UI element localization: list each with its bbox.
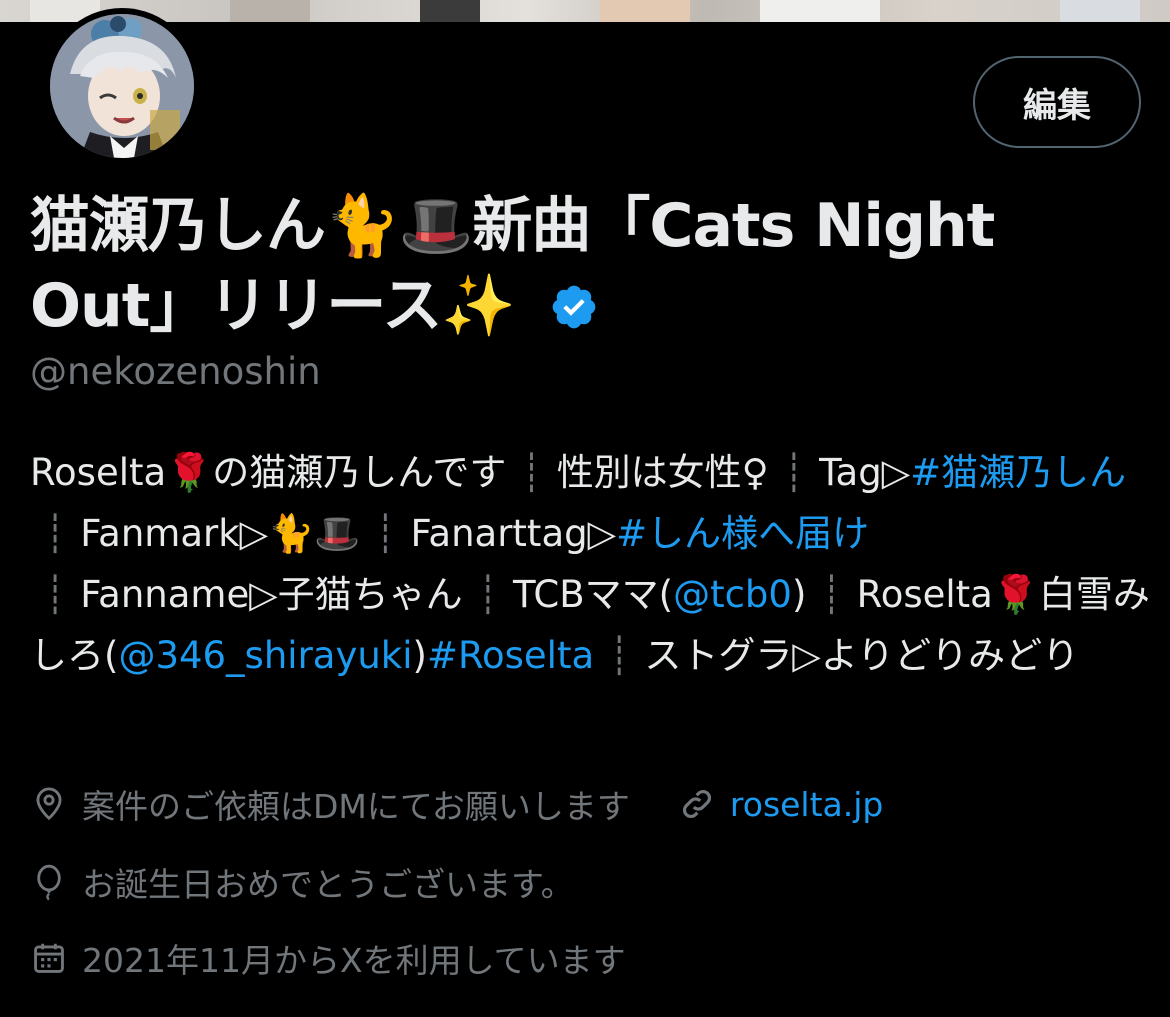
bio-fanmark: Fanmark▷🐈🎩 — [80, 512, 361, 555]
avatar-illustration — [50, 14, 194, 158]
verified-badge-icon[interactable] — [549, 272, 599, 352]
bio-fanname: Fanname▷子猫ちゃん — [80, 573, 463, 616]
profile-location-row: 案件のご依頼はDMにてお願いします roselta.jp — [30, 780, 883, 828]
display-name-text: 猫瀬乃しん🐈🎩新曲「Cats Night Out」リリース✨ — [30, 191, 995, 341]
display-name: 猫瀬乃しん🐈🎩新曲「Cats Night Out」リリース✨ — [30, 186, 1030, 352]
calendar-icon — [34, 943, 64, 973]
profile-banner[interactable] — [0, 0, 1170, 22]
profile-avatar[interactable] — [44, 8, 200, 164]
bio-paren-close: ) — [412, 634, 427, 677]
profile-bio: Roselta🌹の猫瀬乃しんです ┊ 性別は女性♀ ┊ Tag▷#猫瀬乃しん ┊ Fanma… — [30, 442, 1150, 686]
edit-profile-button[interactable]: 編集 — [973, 56, 1141, 148]
bio-stogura: ストグラ▷よりどりみどり — [644, 634, 1080, 677]
bio-separator: ┊ — [44, 573, 67, 616]
bio-separator: ┊ — [476, 573, 499, 616]
location-text: 案件のご依頼はDMにてお願いします — [82, 787, 630, 826]
website-link[interactable]: roselta.jp — [730, 785, 883, 824]
bio-fanarttag-label: Fanarttag▷ — [410, 512, 617, 555]
bio-fanarttag-link[interactable]: #しん様へ届け — [616, 512, 869, 555]
bio-paren-close: ) — [791, 573, 807, 616]
bio-hashtag-roselta[interactable]: #Roselta — [427, 634, 594, 677]
bio-separator: ┊ — [520, 451, 543, 494]
bio-separator: ┊ — [820, 573, 843, 616]
bio-separator: ┊ — [782, 451, 806, 494]
profile-birthday-row: お誕生日おめでとうございます。 — [30, 858, 574, 906]
bio-mention-tcb0[interactable]: @tcb0 — [673, 573, 792, 616]
bio-mention-shirayuki[interactable]: @346_shirayuki — [118, 634, 412, 677]
profile-joined-row: 2021年11月からXを利用しています — [30, 934, 626, 982]
bio-separator: ┊ — [608, 634, 631, 677]
location-pin-icon — [36, 787, 62, 821]
bio-hashtag-link[interactable]: #猫瀬乃しん — [910, 451, 1126, 494]
balloon-icon — [37, 864, 61, 901]
link-icon — [682, 790, 711, 818]
birthday-text: お誕生日おめでとうございます。 — [82, 865, 574, 904]
bio-gender: 性別は女性♀ — [556, 451, 769, 494]
joined-date-text: 2021年11月からXを利用しています — [82, 941, 626, 980]
bio-separator: ┊ — [44, 512, 67, 555]
profile-handle: @nekozenoshin — [30, 350, 321, 393]
bio-separator: ┊ — [374, 512, 397, 555]
bio-intro: Roselta🌹の猫瀬乃しんです — [30, 451, 507, 494]
bio-mama-label: TCBママ( — [512, 573, 674, 616]
bio-tag-label: Tag▷ — [819, 451, 911, 494]
